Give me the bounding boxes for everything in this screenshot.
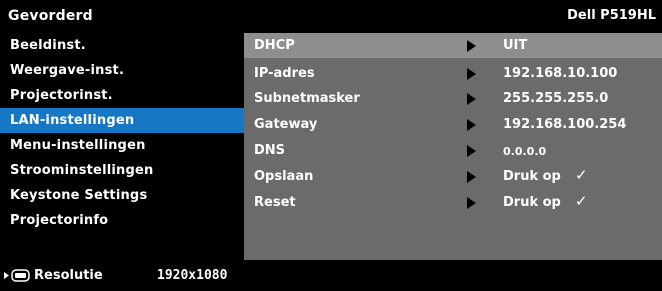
- setting-value: UIT: [503, 38, 528, 53]
- setting-value: Druk op: [503, 169, 561, 184]
- resolution-value: 1920x1080: [157, 268, 228, 283]
- setting-label: Reset: [254, 195, 296, 210]
- menu-item-lan-instellingen[interactable]: LAN-instellingen: [0, 108, 244, 133]
- arrow-right-icon[interactable]: [467, 145, 476, 157]
- menu-title: Gevorderd: [8, 8, 93, 24]
- arrow-right-icon[interactable]: [467, 93, 476, 105]
- menu-item-projectorinfo[interactable]: Projectorinfo: [0, 208, 244, 233]
- arrow-right-icon[interactable]: [467, 119, 476, 131]
- osd-menu: Gevorderd Dell P519HL Beeldinst. Weergav…: [0, 0, 662, 291]
- menu-item-menu-instellingen[interactable]: Menu-instellingen: [0, 133, 244, 158]
- arrow-right-icon[interactable]: [467, 68, 476, 80]
- setting-value: 192.168.100.254: [503, 117, 627, 132]
- menu-item-weergave-inst[interactable]: Weergave-inst.: [0, 58, 244, 83]
- projector-model: Dell P519HL: [567, 8, 656, 23]
- arrow-right-icon[interactable]: [467, 171, 476, 183]
- menu-item-projectorinst[interactable]: Projectorinst.: [0, 83, 244, 108]
- setting-label: Subnetmasker: [254, 91, 360, 106]
- arrow-right-icon[interactable]: [467, 40, 476, 52]
- setting-value: 255.255.255.0: [503, 91, 609, 106]
- setting-row-ip-adres[interactable]: IP-adres 192.168.10.100: [244, 61, 662, 86]
- setting-row-dhcp[interactable]: DHCP UIT: [244, 33, 662, 58]
- setting-label: DNS: [254, 143, 286, 158]
- setting-value: 0.0.0.0: [503, 145, 547, 158]
- menu-item-beeldinst[interactable]: Beeldinst.: [0, 33, 244, 58]
- arrow-right-icon[interactable]: [467, 197, 476, 209]
- setting-label: Opslaan: [254, 169, 314, 184]
- setting-value: 192.168.10.100: [503, 66, 618, 81]
- setting-row-gateway[interactable]: Gateway 192.168.100.254: [244, 112, 662, 137]
- status-bar: Resolutie 1920x1080: [0, 260, 662, 291]
- setting-row-dns[interactable]: DNS 0.0.0.0: [244, 138, 662, 163]
- setting-row-subnetmasker[interactable]: Subnetmasker 255.255.255.0: [244, 86, 662, 111]
- setting-row-opslaan[interactable]: Opslaan Druk op ✓: [244, 164, 662, 189]
- input-source-icon: [4, 269, 30, 282]
- check-icon: ✓: [575, 192, 588, 210]
- sidebar-menu: Beeldinst. Weergave-inst. Projectorinst.…: [0, 33, 244, 260]
- check-icon: ✓: [575, 166, 588, 184]
- menu-item-stroominstellingen[interactable]: Stroominstellingen: [0, 158, 244, 183]
- resolution-label: Resolutie: [34, 268, 103, 283]
- setting-label: Gateway: [254, 117, 318, 132]
- setting-label: DHCP: [254, 38, 295, 53]
- setting-row-reset[interactable]: Reset Druk op ✓: [244, 190, 662, 215]
- lan-settings-panel: DHCP UIT IP-adres 192.168.10.100 Subnetm…: [244, 33, 662, 260]
- menu-item-keystone-settings[interactable]: Keystone Settings: [0, 183, 244, 208]
- osd-header: Gevorderd Dell P519HL: [0, 0, 662, 33]
- setting-label: IP-adres: [254, 66, 315, 81]
- setting-value: Druk op: [503, 195, 561, 210]
